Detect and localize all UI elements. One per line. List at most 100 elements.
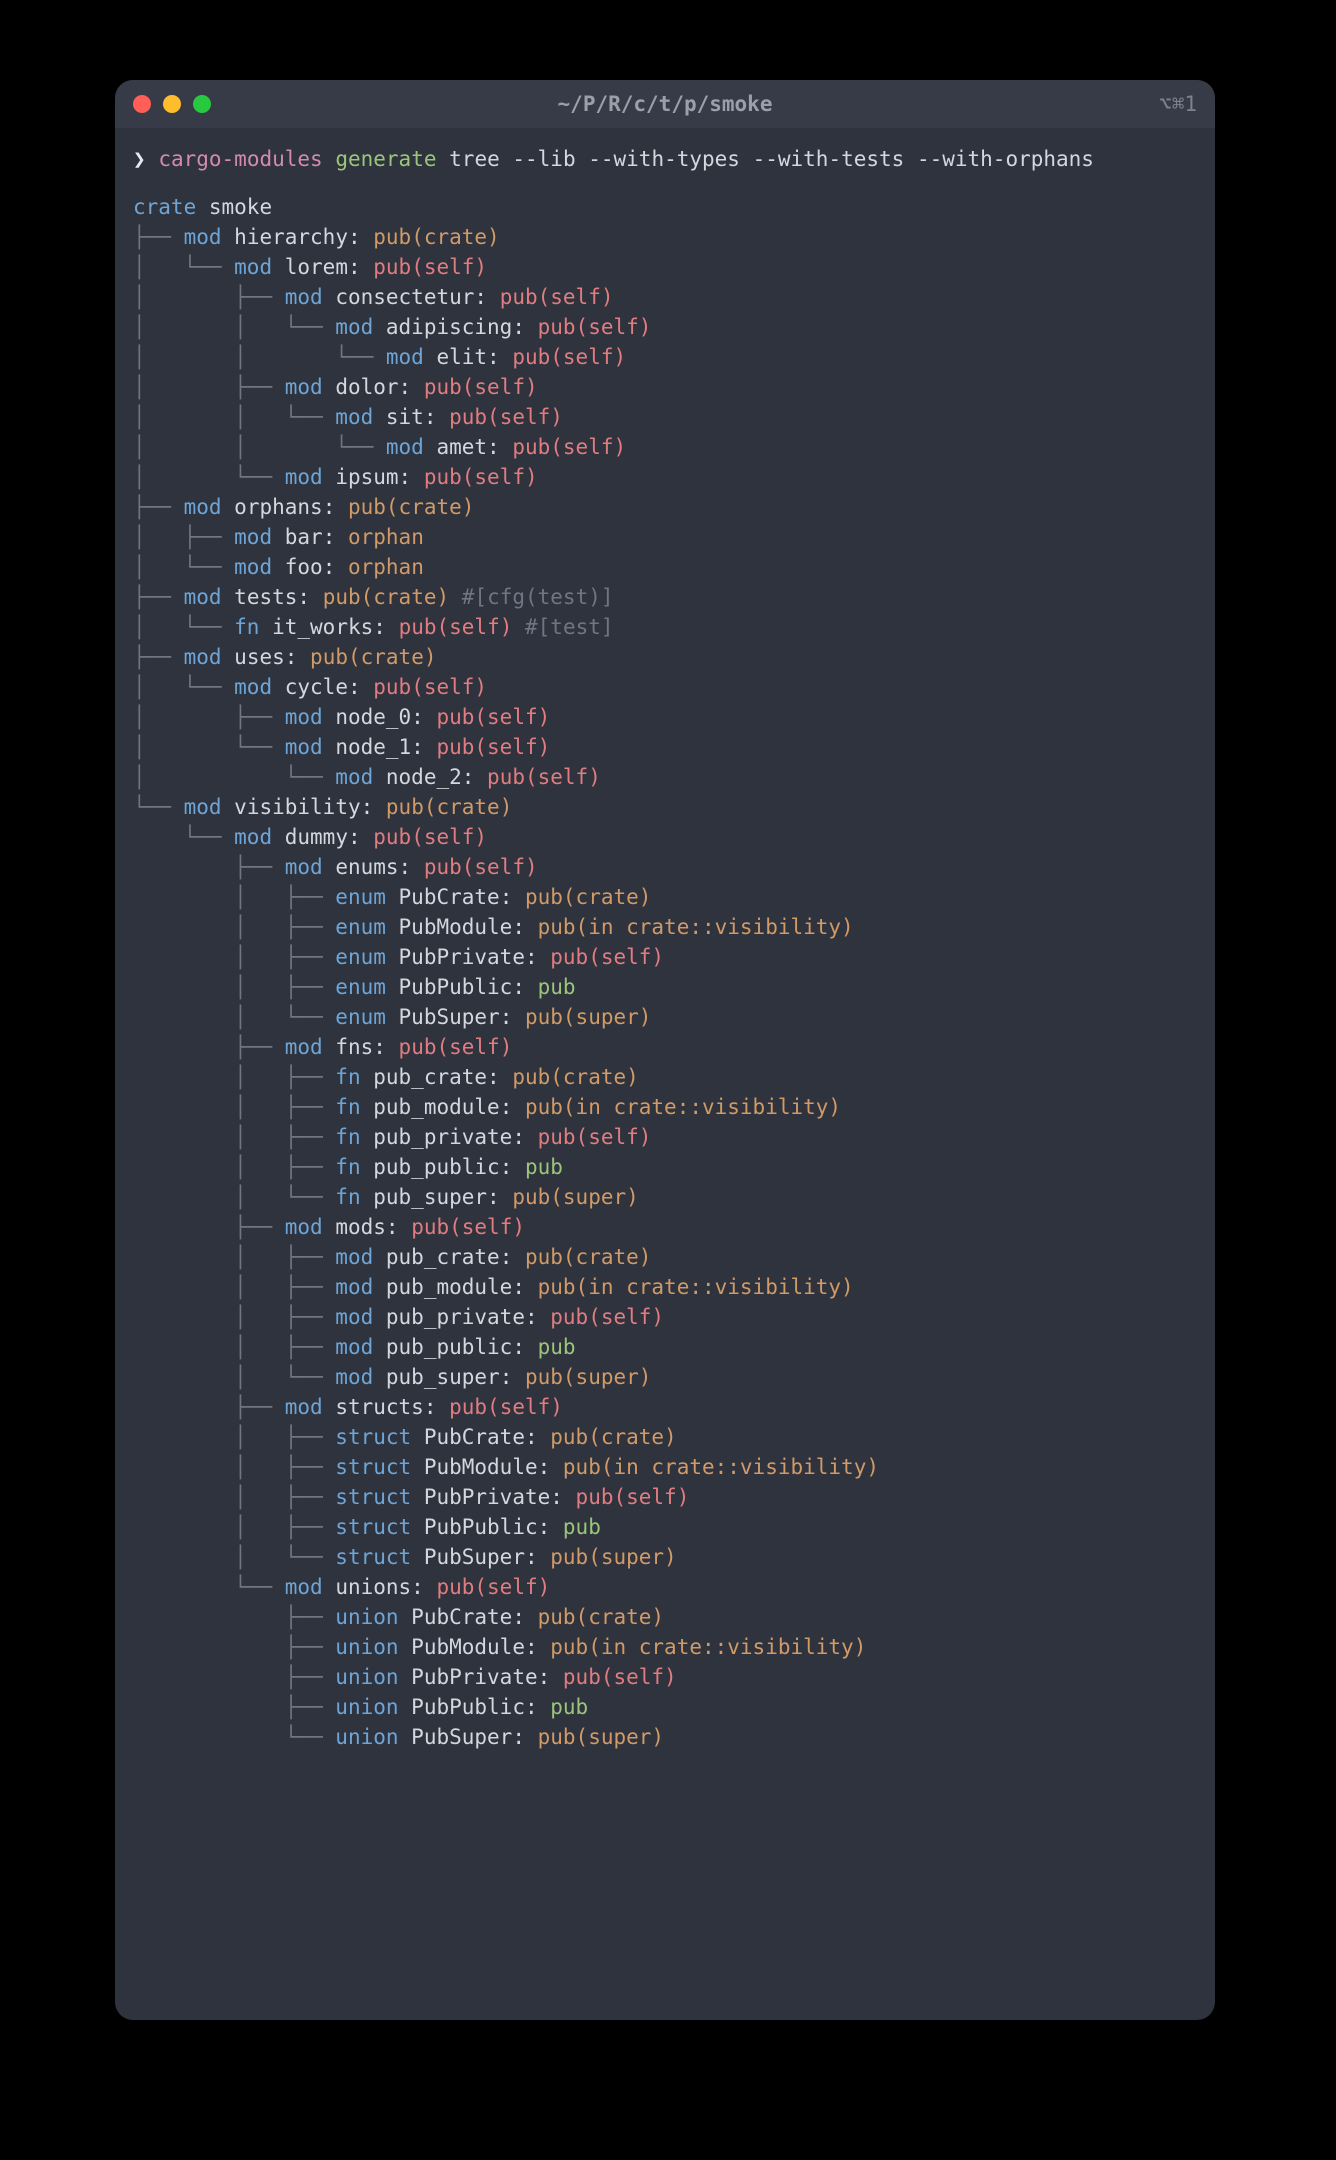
item-visibility: pub xyxy=(525,1155,563,1179)
tree-row: │ ├── fn pub_module: pub(in crate::visib… xyxy=(133,1092,1197,1122)
item-keyword: enum xyxy=(335,975,386,999)
colon: : xyxy=(500,885,525,909)
item-visibility: orphan xyxy=(348,555,424,579)
tree-connector: │ └── xyxy=(133,555,234,579)
item-name: PubPrivate xyxy=(424,1485,550,1509)
item-visibility: pub(self) xyxy=(424,465,538,489)
colon: : xyxy=(550,1485,575,1509)
tree-connector: │ ├── xyxy=(133,1515,335,1539)
item-visibility: pub(self) xyxy=(373,825,487,849)
tree-connector: │ ├── xyxy=(133,1455,335,1479)
item-name: node_0 xyxy=(335,705,411,729)
item-visibility: pub(self) xyxy=(563,1665,677,1689)
tree-connector: ├── xyxy=(133,1695,335,1719)
item-visibility: pub(self) xyxy=(449,1395,563,1419)
colon: : xyxy=(297,585,322,609)
item-visibility: pub(self) xyxy=(399,615,513,639)
item-visibility: orphan xyxy=(348,525,424,549)
tree-row: │ └── fn pub_super: pub(super) xyxy=(133,1182,1197,1212)
colon: : xyxy=(373,1035,398,1059)
colon: : xyxy=(285,645,310,669)
item-name: PubPrivate xyxy=(399,945,525,969)
tree-row: ├── union PubModule: pub(in crate::visib… xyxy=(133,1632,1197,1662)
item-name: cycle xyxy=(285,675,348,699)
tree-connector: │ ├── xyxy=(133,705,285,729)
tree-connector: ├── xyxy=(133,1215,285,1239)
item-name: pub_module xyxy=(373,1095,499,1119)
window-shortcut: ⌥⌘1 xyxy=(1159,92,1197,116)
item-visibility: pub(self) xyxy=(373,675,487,699)
colon: : xyxy=(487,1185,512,1209)
colon: : xyxy=(348,225,373,249)
item-keyword: mod xyxy=(285,1035,323,1059)
tree-connector: │ ├── xyxy=(133,1425,335,1449)
colon: : xyxy=(424,1395,449,1419)
tree-connector: │ ├── xyxy=(133,1305,335,1329)
tree-connector: │ ├── xyxy=(133,1095,335,1119)
item-visibility: pub(self) xyxy=(538,1125,652,1149)
tree-row: │ │ └── mod adipiscing: pub(self) xyxy=(133,312,1197,342)
tree-row: │ ├── struct PubPrivate: pub(self) xyxy=(133,1482,1197,1512)
tree-row: ├── mod enums: pub(self) xyxy=(133,852,1197,882)
tree-row: │ └── mod lorem: pub(self) xyxy=(133,252,1197,282)
command-args: tree --lib --with-types --with-tests --w… xyxy=(449,147,1094,171)
item-name: node_1 xyxy=(335,735,411,759)
tree-connector: │ └── xyxy=(133,465,285,489)
item-name: visibility xyxy=(234,795,360,819)
item-name: node_2 xyxy=(386,765,462,789)
item-name: it_works xyxy=(272,615,373,639)
tree-connector: │ └── xyxy=(133,735,285,759)
zoom-icon[interactable] xyxy=(193,95,211,113)
item-name: pub_private xyxy=(386,1305,525,1329)
item-keyword: mod xyxy=(184,585,222,609)
tree-row: ├── union PubCrate: pub(crate) xyxy=(133,1602,1197,1632)
item-keyword: fn xyxy=(335,1185,360,1209)
item-keyword: mod xyxy=(335,1245,373,1269)
command-line: ❯ cargo-modules generate tree --lib --wi… xyxy=(133,144,1197,174)
tree-row: └── mod visibility: pub(crate) xyxy=(133,792,1197,822)
tree-row: │ ├── struct PubPublic: pub xyxy=(133,1512,1197,1542)
colon: : xyxy=(373,615,398,639)
item-keyword: mod xyxy=(285,855,323,879)
tree-row: │ ├── mod consectetur: pub(self) xyxy=(133,282,1197,312)
tree-connector: ├── xyxy=(133,645,184,669)
item-keyword: mod xyxy=(335,1365,373,1389)
close-icon[interactable] xyxy=(133,95,151,113)
item-name: PubPrivate xyxy=(411,1665,537,1689)
tree-row: │ ├── fn pub_public: pub xyxy=(133,1152,1197,1182)
colon: : xyxy=(424,405,449,429)
colon: : xyxy=(361,795,386,819)
colon: : xyxy=(399,375,424,399)
item-keyword: enum xyxy=(335,885,386,909)
item-visibility: pub(self) xyxy=(449,405,563,429)
item-keyword: fn xyxy=(335,1095,360,1119)
colon: : xyxy=(512,1275,537,1299)
tree-row: ├── mod structs: pub(self) xyxy=(133,1392,1197,1422)
item-name: consectetur xyxy=(335,285,474,309)
colon: : xyxy=(512,915,537,939)
colon: : xyxy=(411,705,436,729)
colon: : xyxy=(512,315,537,339)
item-visibility: pub(super) xyxy=(525,1365,651,1389)
item-keyword: mod xyxy=(285,465,323,489)
tree-output: ├── mod hierarchy: pub(crate)│ └── mod l… xyxy=(133,222,1197,1752)
colon: : xyxy=(411,1575,436,1599)
tree-row: │ └── struct PubSuper: pub(super) xyxy=(133,1542,1197,1572)
item-visibility: pub(crate) xyxy=(386,795,512,819)
colon: : xyxy=(348,255,373,279)
terminal-body[interactable]: ❯ cargo-modules generate tree --lib --wi… xyxy=(115,128,1215,1782)
colon: : xyxy=(512,1335,537,1359)
minimize-icon[interactable] xyxy=(163,95,181,113)
item-visibility: pub(crate) xyxy=(310,645,436,669)
item-keyword: fn xyxy=(335,1125,360,1149)
tree-connector: │ ├── xyxy=(133,945,335,969)
item-keyword: union xyxy=(335,1665,398,1689)
tree-row: │ │ └── mod elit: pub(self) xyxy=(133,342,1197,372)
item-name: PubModule xyxy=(399,915,513,939)
tree-connector: │ └── xyxy=(133,675,234,699)
item-name: pub_module xyxy=(386,1275,512,1299)
tree-row: │ └── fn it_works: pub(self) #[test] xyxy=(133,612,1197,642)
colon: : xyxy=(462,765,487,789)
tree-connector: │ ├── xyxy=(133,525,234,549)
tree-row: │ │ └── mod amet: pub(self) xyxy=(133,432,1197,462)
